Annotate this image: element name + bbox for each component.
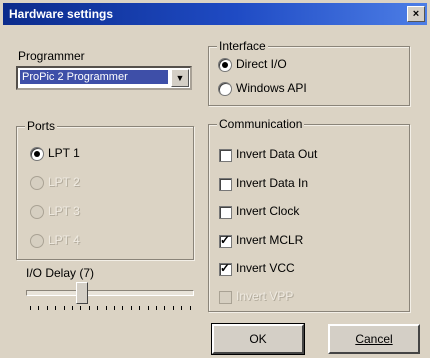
checkbox-invert-vpp [219, 291, 232, 304]
slider-tick [63, 306, 65, 310]
programmer-select[interactable]: ProPic 2 Programmer ▼ [16, 66, 192, 90]
slider-tick [172, 306, 174, 310]
radio-lpt2 [30, 176, 44, 190]
slider-tick [105, 306, 107, 310]
slider-tick [156, 306, 157, 310]
hardware-settings-dialog: Hardware settings × Programmer ProPic 2 … [0, 0, 430, 358]
io-delay-slider-track[interactable] [26, 290, 194, 296]
radio-direct-io[interactable] [218, 58, 232, 72]
check-icon: ✓ [220, 261, 231, 275]
slider-tick [72, 306, 73, 310]
checkbox-invert-vcc[interactable]: ✓ [219, 261, 232, 276]
radio-lpt3 [30, 205, 44, 219]
radio-lpt4-label: LPT 4 [48, 233, 80, 247]
slider-ticks [30, 306, 192, 312]
slider-tick [46, 306, 48, 310]
chevron-down-icon[interactable]: ▼ [171, 69, 189, 87]
title-bar: Hardware settings × [3, 3, 427, 25]
slider-tick [139, 306, 141, 310]
checkbox-invert-vcc-label: Invert VCC [236, 261, 295, 275]
communication-legend: Communication [217, 117, 305, 131]
interface-group: Interface [208, 39, 410, 106]
radio-lpt3-label: LPT 3 [48, 204, 80, 218]
programmer-selected-value: ProPic 2 Programmer [20, 70, 168, 84]
close-button[interactable]: × [407, 6, 425, 22]
checkbox-invert-mclr-label: Invert MCLR [236, 233, 304, 247]
radio-lpt1-label: LPT 1 [48, 146, 80, 160]
radio-windows-api-label: Windows API [236, 81, 307, 95]
checkbox-invert-data-out-label: Invert Data Out [236, 147, 318, 161]
ok-button[interactable]: OK [211, 323, 305, 355]
slider-tick [189, 306, 191, 310]
checkbox-invert-mclr[interactable]: ✓ [219, 233, 232, 248]
radio-selected-dot [34, 151, 40, 157]
window-title: Hardware settings [9, 7, 114, 21]
ports-legend: Ports [25, 119, 58, 133]
slider-tick [181, 306, 183, 310]
slider-tick [30, 306, 31, 310]
radio-lpt2-label: LPT 2 [48, 175, 80, 189]
checkbox-invert-data-in-label: Invert Data In [236, 176, 309, 190]
slider-tick [97, 306, 99, 310]
slider-tick [38, 306, 40, 310]
io-delay-slider-thumb[interactable] [76, 282, 88, 304]
slider-tick [130, 306, 132, 310]
programmer-label: Programmer [18, 49, 85, 63]
radio-lpt4 [30, 234, 44, 248]
checkbox-invert-data-in[interactable] [219, 178, 232, 191]
cancel-button[interactable]: Cancel [328, 324, 420, 354]
slider-tick [122, 306, 124, 310]
io-delay-label: I/O Delay (7) [26, 266, 95, 280]
radio-selected-dot [222, 62, 228, 68]
cancel-button-label: Cancel [355, 332, 393, 346]
slider-tick [114, 306, 115, 310]
radio-windows-api[interactable] [218, 82, 232, 96]
slider-tick [55, 306, 57, 310]
slider-tick [80, 306, 82, 310]
checkbox-invert-clock[interactable] [219, 206, 232, 219]
checkbox-invert-clock-label: Invert Clock [236, 204, 300, 218]
check-icon: ✓ [220, 233, 231, 247]
slider-tick [164, 306, 166, 310]
radio-lpt1[interactable] [30, 147, 44, 161]
interface-legend: Interface [217, 39, 268, 53]
checkbox-invert-vpp-label: Invert VPP [236, 289, 294, 303]
radio-direct-io-label: Direct I/O [236, 57, 287, 71]
checkbox-invert-data-out[interactable] [219, 149, 232, 162]
slider-tick [88, 306, 90, 310]
slider-tick [147, 306, 149, 310]
